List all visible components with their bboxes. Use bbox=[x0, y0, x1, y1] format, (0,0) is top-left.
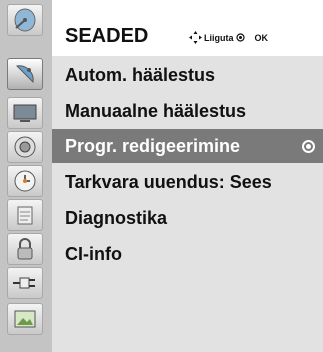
navigation-hint: Liiguta OK bbox=[189, 31, 268, 44]
monitor-icon[interactable] bbox=[7, 97, 43, 129]
menu-item-label: Tarkvara uuendus: Sees bbox=[65, 171, 272, 192]
menu-item-manual-tuning[interactable]: Manuaalne häälestus bbox=[52, 93, 323, 129]
move-arrows-icon bbox=[189, 31, 202, 44]
calendar-icon[interactable] bbox=[7, 199, 43, 231]
menu-header: SEADED Liiguta OK bbox=[52, 0, 323, 56]
photo-icon[interactable] bbox=[7, 303, 43, 335]
lock-icon[interactable] bbox=[7, 233, 43, 265]
menu-item-label: Progr. redigeerimine bbox=[65, 135, 241, 156]
menu-item-label: Autom. häälestus bbox=[65, 64, 216, 85]
satellite-icon-selected[interactable] bbox=[7, 58, 43, 90]
menu-item-label: Diagnostika bbox=[65, 207, 168, 228]
settings-menu-list: Autom. häälestus Manuaalne häälestus Pro… bbox=[52, 56, 323, 352]
satellite-dish-icon[interactable] bbox=[7, 4, 43, 36]
menu-item-diagnostics[interactable]: Diagnostika bbox=[52, 200, 323, 236]
page-title: SEADED bbox=[65, 25, 149, 47]
menu-item-label: Manuaalne häälestus bbox=[65, 100, 247, 121]
plug-cable-icon[interactable] bbox=[7, 267, 43, 299]
menu-item-ci-info[interactable]: CI-info bbox=[52, 236, 323, 272]
ok-select-icon bbox=[302, 140, 315, 153]
ok-hint-label: OK bbox=[254, 32, 269, 43]
clock-icon[interactable] bbox=[7, 165, 43, 197]
category-sidebar bbox=[0, 0, 53, 352]
menu-item-label: CI-info bbox=[65, 243, 122, 264]
move-hint-label: Liiguta bbox=[204, 32, 234, 43]
ok-button-icon bbox=[235, 33, 245, 42]
menu-item-software-update[interactable]: Tarkvara uuendus: Sees bbox=[52, 164, 323, 200]
speaker-icon[interactable] bbox=[7, 131, 43, 163]
settings-menu-screen: SEADED Liiguta OK Autom. häälestus Manua… bbox=[0, 0, 323, 352]
menu-item-auto-tuning[interactable]: Autom. häälestus bbox=[52, 57, 323, 93]
menu-item-program-edit[interactable]: Progr. redigeerimine bbox=[52, 129, 323, 163]
